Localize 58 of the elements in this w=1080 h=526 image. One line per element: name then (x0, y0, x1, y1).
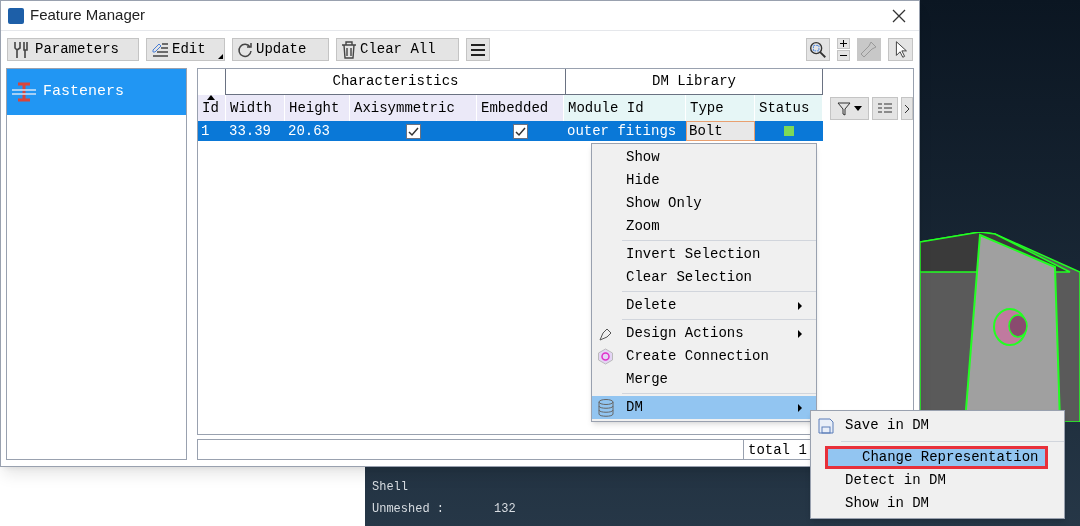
list-icon (877, 101, 893, 116)
column-header[interactable]: Status (755, 95, 823, 121)
viewport-label: Unmeshed : (372, 501, 444, 518)
menu-item[interactable]: Zoom (592, 215, 816, 238)
table-cell-text: outer fitings (566, 122, 678, 141)
zoom-out-icon[interactable] (837, 50, 850, 61)
menu-item[interactable]: Delete (592, 294, 816, 317)
menu-item[interactable]: Hide (592, 169, 816, 192)
filter-icon (837, 101, 851, 116)
window-title: Feature Manager (30, 5, 146, 26)
refresh-icon (237, 41, 253, 58)
table-cell-text: 33.39 (228, 122, 272, 141)
app-logo-icon (8, 7, 24, 24)
scroll-right-button[interactable] (901, 97, 913, 120)
column-header[interactable]: Width (226, 95, 285, 121)
menu-button[interactable] (466, 38, 490, 61)
cursor-icon[interactable] (888, 38, 913, 61)
table-cell-text: 20.63 (287, 122, 331, 141)
zoom-in-icon[interactable] (837, 38, 850, 49)
viewport-label: Shell (372, 479, 408, 496)
trash-icon (341, 40, 357, 59)
close-icon[interactable] (892, 8, 906, 23)
checkbox[interactable] (513, 123, 528, 139)
viewport-value: 132 (494, 501, 516, 518)
column-header[interactable]: Type (686, 95, 755, 121)
menu-item[interactable]: Create Connection (592, 345, 816, 368)
save-icon (818, 417, 834, 434)
database-icon (598, 398, 614, 417)
column-header[interactable]: Axisymmetric (350, 95, 477, 121)
toolbar-button[interactable]: Parameters (7, 38, 139, 61)
column-header[interactable]: Id (198, 95, 226, 121)
zoom-icon[interactable] (806, 38, 830, 61)
menu-item[interactable]: Clear Selection (592, 266, 816, 289)
edit-icon (151, 41, 169, 58)
toolbar-button[interactable]: Update (232, 38, 329, 61)
table-cell-text: 1 (200, 122, 211, 141)
chevron-right-icon (904, 103, 910, 114)
table-row[interactable]: 1 33.39 20.63 outer fitings Bolt (198, 121, 823, 141)
menu-item[interactable]: Show Only (592, 192, 816, 215)
menu-item[interactable]: Show (592, 146, 816, 169)
menu-item[interactable]: Merge (592, 368, 816, 391)
menu-item[interactable]: Detect in DM (811, 469, 1064, 492)
menu-item[interactable]: Design Actions (592, 322, 816, 345)
hexagon-icon (597, 348, 614, 365)
menu-item[interactable]: Change Representation (825, 446, 1048, 469)
toolbar-button[interactable]: Clear All (336, 38, 459, 61)
menu-item[interactable]: DM (592, 396, 816, 419)
column-header[interactable]: Height (285, 95, 350, 121)
column-header[interactable]: Module Id (564, 95, 686, 121)
bolt-icon (11, 80, 37, 104)
type-dropdown[interactable]: Bolt (686, 121, 755, 141)
menu-item[interactable]: Show in DM (811, 492, 1064, 515)
filter-button[interactable] (830, 97, 869, 120)
checkbox[interactable] (406, 123, 421, 139)
menu-item[interactable]: Invert Selection (592, 243, 816, 266)
caret-icon (854, 106, 862, 111)
column-header[interactable]: Embedded (477, 95, 564, 121)
toolbar-button[interactable]: Edit (146, 38, 225, 61)
